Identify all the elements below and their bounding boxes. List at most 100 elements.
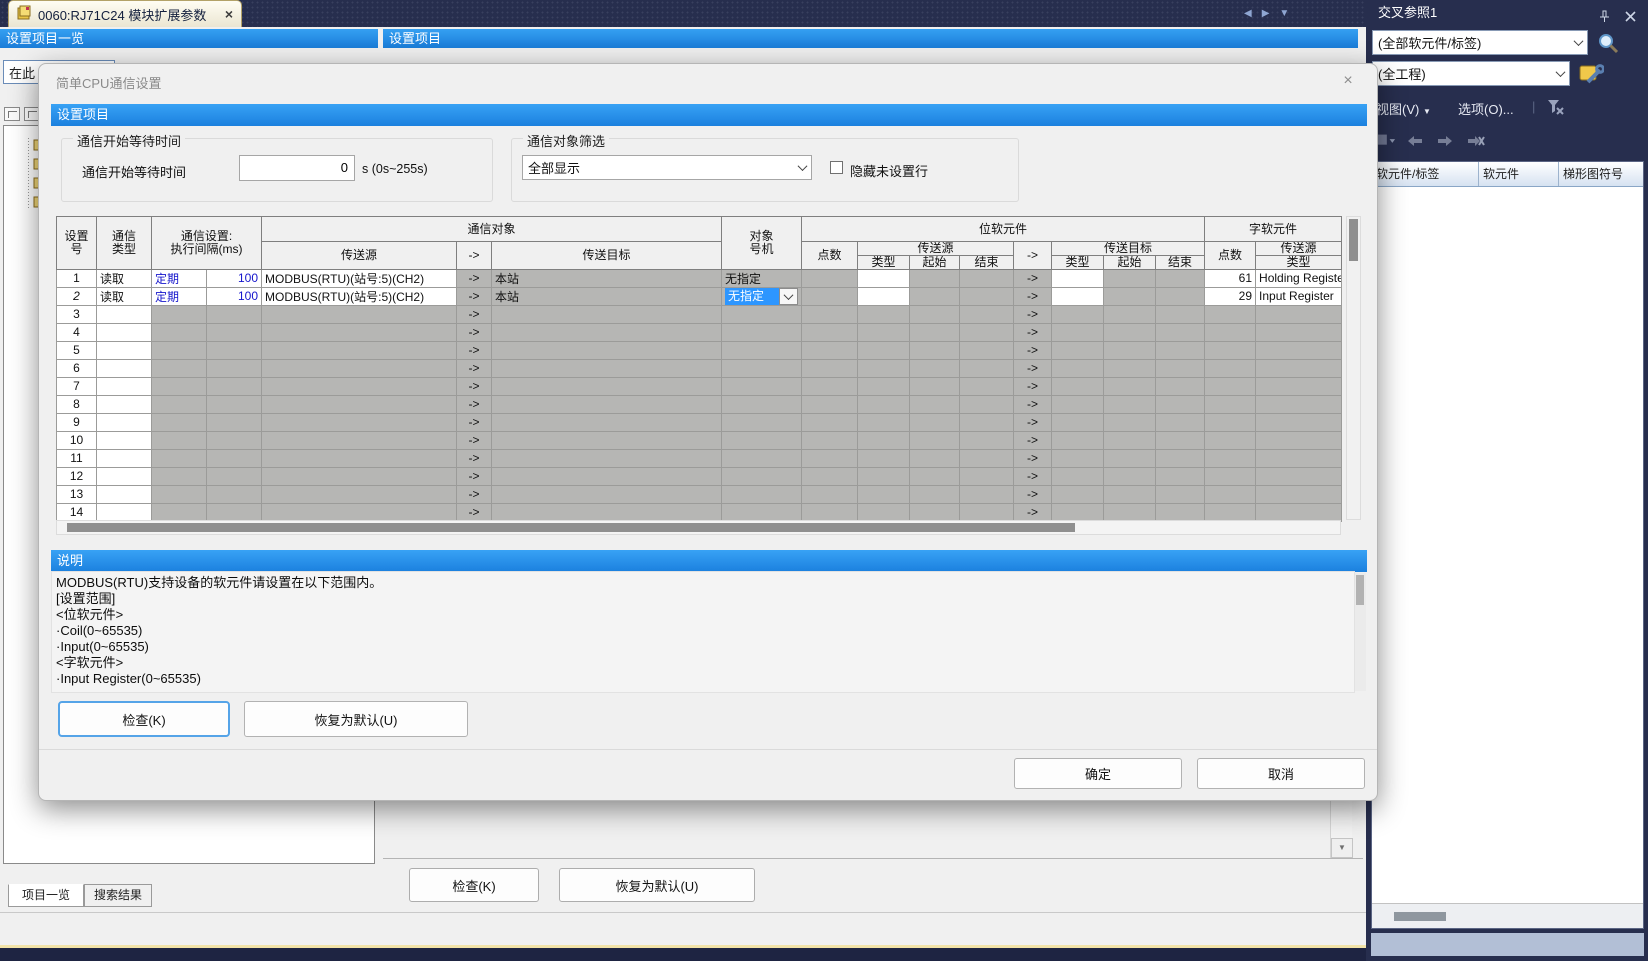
grid-cell[interactable] [960,395,1014,413]
grid-cell[interactable] [207,341,262,359]
grid-cell[interactable] [1052,359,1104,377]
hide-unset-rows-checkbox[interactable] [830,161,843,174]
grid-cell[interactable] [1104,449,1156,467]
grid-cell[interactable] [858,395,910,413]
grid-cell[interactable] [1156,305,1205,323]
grid-cell[interactable] [1256,503,1342,521]
grid-cell[interactable] [97,485,152,503]
grid-cell[interactable] [207,485,262,503]
grid-cell[interactable] [722,305,802,323]
grid-cell[interactable] [492,359,722,377]
grid-cell[interactable]: 10 [57,431,97,449]
grid-cell[interactable] [1205,485,1256,503]
grid-cell[interactable]: -> [1014,467,1052,485]
chevron-down-icon[interactable] [1551,62,1569,85]
grid-cell[interactable]: 100 [207,287,262,305]
grid-cell[interactable] [262,431,457,449]
grid-cell[interactable] [858,377,910,395]
grid-cell[interactable] [722,467,802,485]
grid-cell[interactable] [858,341,910,359]
grid-cell[interactable] [910,449,960,467]
grid-cell[interactable]: -> [457,449,492,467]
grid-cell[interactable] [802,467,858,485]
grid-cell[interactable] [152,395,207,413]
grid-cell[interactable] [960,287,1014,305]
grid-cell[interactable]: -> [457,359,492,377]
grid-cell[interactable] [1052,485,1104,503]
grid-cell[interactable] [262,503,457,521]
scope-filter-combobox[interactable]: (全工程) [1372,61,1570,86]
jump-previous-icon[interactable] [1404,131,1426,151]
column-device[interactable]: 软元件 [1479,162,1559,186]
grid-cell[interactable] [802,359,858,377]
grid-cell[interactable] [802,395,858,413]
grid-cell[interactable] [858,359,910,377]
grid-cell[interactable] [97,467,152,485]
grid-cell[interactable] [207,377,262,395]
grid-cell[interactable] [1104,413,1156,431]
grid-cell[interactable]: 读取 [97,269,152,287]
restore-default-button[interactable]: 恢复为默认(U) [244,701,468,737]
grid-cell[interactable] [1205,503,1256,521]
grid-cell[interactable] [960,323,1014,341]
grid-cell[interactable] [207,467,262,485]
search-icon[interactable] [1596,31,1620,58]
grid-cell[interactable] [1205,467,1256,485]
scroll-down-icon[interactable]: ▼ [1331,838,1353,858]
grid-cell[interactable] [722,395,802,413]
delete-result-icon[interactable] [1464,131,1486,151]
grid-cell[interactable] [207,323,262,341]
grid-cell[interactable] [492,377,722,395]
grid-cell[interactable] [858,287,910,305]
grid-cell[interactable]: Holding Register [1256,269,1342,287]
selected-cell-value[interactable]: 无指定 [725,288,779,305]
grid-cell[interactable] [97,449,152,467]
grid-cell[interactable] [1205,323,1256,341]
grid-cell[interactable] [858,323,910,341]
grid-cell[interactable] [262,449,457,467]
grid-cell[interactable] [960,305,1014,323]
grid-cell[interactable]: 100 [207,269,262,287]
grid-cell[interactable] [802,485,858,503]
wait-time-input[interactable]: 0 [239,155,355,181]
grid-cell[interactable]: 定期 [152,269,207,287]
grid-cell[interactable] [1052,413,1104,431]
grid-cell[interactable] [97,323,152,341]
target-filter-combobox[interactable]: 全部显示 [522,155,812,180]
grid-cell[interactable] [802,305,858,323]
grid-cell[interactable] [1052,395,1104,413]
grid-cell[interactable] [910,503,960,521]
tab-close-icon[interactable]: × [225,7,233,21]
grid-cell[interactable] [858,305,910,323]
grid-cell[interactable] [910,377,960,395]
jump-next-icon[interactable] [1434,131,1456,151]
cancel-button[interactable]: 取消 [1197,758,1365,789]
grid-cell[interactable] [152,323,207,341]
grid-cell[interactable] [492,449,722,467]
grid-cell[interactable] [1104,305,1156,323]
grid-cell[interactable] [1156,413,1205,431]
grid-cell[interactable]: 读取 [97,287,152,305]
tab-scroll-right-icon[interactable]: ▶ [1262,8,1270,19]
grid-cell[interactable] [262,377,457,395]
grid-cell[interactable] [152,341,207,359]
grid-cell[interactable] [910,431,960,449]
grid-cell[interactable]: 8 [57,395,97,413]
grid-cell[interactable] [960,467,1014,485]
filter-clear-icon[interactable] [1546,98,1564,118]
grid-cell[interactable] [802,377,858,395]
grid-cell[interactable]: -> [1014,377,1052,395]
pin-icon[interactable] [1598,6,1612,20]
view-menu[interactable]: 视图(V) ▼ [1376,99,1431,118]
grid-cell[interactable]: 无指定 [722,287,802,305]
grid-vertical-scrollbar[interactable] [1346,216,1361,520]
grid-cell[interactable] [1256,359,1342,377]
grid-cell[interactable] [858,431,910,449]
grid-cell[interactable] [1156,395,1205,413]
grid-cell[interactable]: -> [457,305,492,323]
grid-cell[interactable] [910,287,960,305]
grid-cell[interactable] [152,485,207,503]
grid-cell[interactable] [1156,377,1205,395]
grid-cell[interactable]: 无指定 [722,269,802,287]
grid-cell[interactable] [960,377,1014,395]
